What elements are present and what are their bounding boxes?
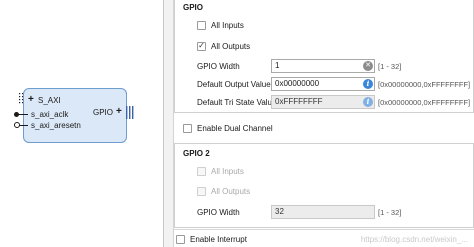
gpio2-width-input[interactable]: 32 — [271, 205, 375, 219]
gpio-all-outputs-label: All Outputs — [211, 41, 251, 51]
enable-dual-channel-label: Enable Dual Channel — [197, 123, 273, 133]
enable-interrupt-label: Enable Interrupt — [190, 234, 247, 244]
default-output-value-range: [0x00000000,0xFFFFFFFF] — [378, 80, 471, 89]
default-output-value-label: Default Output Value — [197, 80, 271, 89]
gpio2-all-outputs-checkbox[interactable] — [197, 186, 206, 196]
default-tri-state-input[interactable]: 0xFFFFFFFF — [271, 95, 375, 109]
gpio2-width-range: [1 - 32] — [378, 208, 402, 217]
block-design-canvas[interactable]: + S_AXI s_axi_aclk s_axi_aresetn GPIO + — [0, 0, 164, 247]
port-s-axi-aresetn-label: s_axi_aresetn — [31, 121, 81, 130]
gpio-width-label: GPIO Width — [197, 62, 240, 71]
enable-dual-channel-row[interactable]: Enable Dual Channel — [183, 122, 273, 134]
gpio2-all-inputs-row[interactable]: All Inputs — [197, 165, 244, 177]
gpio-all-outputs-checkbox[interactable] — [197, 41, 206, 51]
expand-port-gpio-icon[interactable]: + — [116, 107, 122, 117]
enable-interrupt-row[interactable]: Enable Interrupt — [176, 233, 247, 245]
port-gpio-label: GPIO — [93, 108, 114, 117]
gpio-all-inputs-checkbox[interactable] — [197, 20, 206, 30]
clear-icon[interactable]: ✕ — [363, 61, 373, 71]
gpio-group-title: GPIO — [183, 3, 204, 12]
gpio-width-input[interactable]: 1 — [271, 59, 375, 73]
gpio2-group-title: GPIO 2 — [183, 149, 210, 158]
gpio2-all-outputs-row[interactable]: All Outputs — [197, 185, 250, 197]
gpio-bus-icon — [126, 106, 134, 119]
enable-interrupt-checkbox[interactable] — [176, 234, 185, 244]
default-tri-state-range: [0x00000000,0xFFFFFFFF] — [378, 98, 471, 107]
gpio2-width-label: GPIO Width — [197, 208, 240, 217]
ip-configuration-panel: GPIO All Inputs All Outputs GPIO Width 1… — [174, 0, 474, 247]
panel-scroll-strip[interactable] — [164, 0, 174, 247]
gpio2-all-inputs-label: All Inputs — [211, 166, 244, 176]
enable-dual-channel-checkbox[interactable] — [183, 123, 192, 133]
watermark-text: https://blog.csdn.net/weixin_... — [360, 235, 468, 244]
info-icon[interactable]: i — [363, 79, 373, 89]
reset-pin-icon[interactable] — [14, 122, 20, 128]
default-tri-state-label: Default Tri State Value — [197, 98, 277, 107]
gpio-width-range: [1 - 32] — [378, 62, 402, 71]
gpio-all-outputs-row[interactable]: All Outputs — [197, 40, 250, 52]
section-separator — [174, 229, 474, 230]
expand-port-s-axi-icon[interactable]: + — [28, 95, 34, 105]
port-s-axi-aclk-label: s_axi_aclk — [31, 110, 69, 119]
default-output-value-input[interactable]: 0x00000000 — [271, 77, 375, 91]
gpio2-all-inputs-checkbox[interactable] — [197, 166, 206, 176]
info-icon[interactable]: i — [363, 97, 373, 107]
gpio2-all-outputs-label: All Outputs — [211, 186, 251, 196]
gpio-all-inputs-label: All Inputs — [211, 20, 244, 30]
port-s-axi-label: S_AXI — [38, 96, 61, 105]
gpio-all-inputs-row[interactable]: All Inputs — [197, 19, 244, 31]
clock-pin-icon[interactable] — [14, 112, 19, 117]
